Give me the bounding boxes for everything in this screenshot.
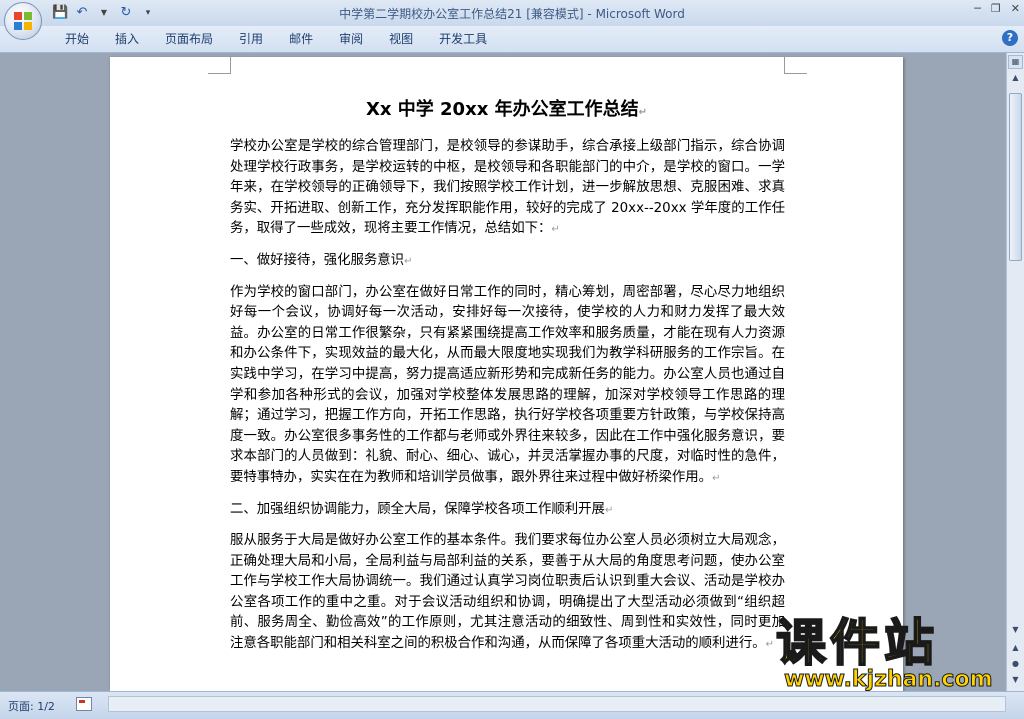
tab-developer[interactable]: 开发工具 <box>426 30 500 48</box>
vertical-scrollbar[interactable]: ▦ ▲ ▼ ▲ ● ▼ <box>1006 53 1024 691</box>
crop-mark-top-left <box>208 57 231 74</box>
watermark: 课件站 www.kjzhan.com <box>774 613 1024 694</box>
paragraph-section-2: 服从服务于大局是做好办公室工作的基本条件。我们要求每位办公室人员必须树立大局观念… <box>230 533 785 652</box>
ruler-toggle-icon[interactable]: ▦ <box>1008 55 1023 69</box>
paragraph-mark: ↵ <box>604 504 614 516</box>
paragraph-mark: ↵ <box>638 107 647 118</box>
paragraph-mark: ↵ <box>404 255 413 267</box>
ribbon-tabs: 开始 插入 页面布局 引用 邮件 审阅 视图 开发工具 <box>52 30 500 48</box>
document-area[interactable]: Xx 中学 20xx 年办公室工作总结↵ 学校办公室是学校的综合管理部门，是校领… <box>0 53 1006 691</box>
tab-page-layout[interactable]: 页面布局 <box>152 30 226 48</box>
watermark-url: www.kjzhan.com <box>784 667 994 692</box>
watermark-logo-text: 课件站 <box>775 613 938 673</box>
scroll-up-icon[interactable]: ▲ <box>1008 71 1023 85</box>
title-bar: 💾 ↶ ▼ ↻ ▾ 中学第二学期校办公室工作总结21 [兼容模式] - Micr… <box>0 0 1024 26</box>
title-separator: - <box>583 7 596 21</box>
help-icon[interactable]: ? <box>1002 30 1018 46</box>
tab-view[interactable]: 视图 <box>376 30 426 48</box>
document-title: Xx 中学 20xx 年办公室工作总结↵ <box>366 99 647 120</box>
scroll-thumb[interactable] <box>1009 93 1022 261</box>
tab-review[interactable]: 审阅 <box>326 30 376 48</box>
office-logo-icon <box>14 12 32 30</box>
close-icon[interactable]: ✕ <box>1011 2 1020 15</box>
tab-references[interactable]: 引用 <box>226 30 276 48</box>
paragraph-mark: ↵ <box>551 224 560 236</box>
office-button[interactable] <box>4 2 42 40</box>
proofing-icon[interactable] <box>76 697 92 711</box>
window-controls: ─ ❐ ✕ <box>974 2 1020 15</box>
crop-mark-top-right <box>784 57 807 74</box>
document-body: 学校办公室是学校的综合管理部门，是校领导的参谋助手，综合承接上级部门指示，综合协… <box>230 137 785 666</box>
app-name: Microsoft Word <box>595 7 685 21</box>
paragraph-intro: 学校办公室是学校的综合管理部门，是校领导的参谋助手，综合承接上级部门指示，综合协… <box>230 139 785 237</box>
paragraph-mark: ↵ <box>765 639 775 651</box>
minimize-icon[interactable]: ─ <box>974 2 981 15</box>
document-page[interactable]: Xx 中学 20xx 年办公室工作总结↵ 学校办公室是学校的综合管理部门，是校领… <box>110 57 903 691</box>
document-name: 中学第二学期校办公室工作总结21 [兼容模式] <box>339 7 584 21</box>
tab-home[interactable]: 开始 <box>52 30 102 48</box>
ribbon: 开始 插入 页面布局 引用 邮件 审阅 视图 开发工具 ? <box>0 26 1024 53</box>
paragraph-mark: ↵ <box>712 472 721 484</box>
section-heading-1: 一、做好接待，强化服务意识↵ <box>230 252 413 268</box>
status-bar: 页面: 1/2 <box>0 691 1024 719</box>
page-count[interactable]: 页面: 1/2 <box>8 698 55 714</box>
paragraph-section-1: 作为学校的窗口部门，办公室在做好日常工作的同时，精心筹划，周密部署，尽心尽力地组… <box>230 284 785 485</box>
restore-icon[interactable]: ❐ <box>991 2 1001 15</box>
tab-insert[interactable]: 插入 <box>102 30 152 48</box>
window-title: 中学第二学期校办公室工作总结21 [兼容模式] - Microsoft Word <box>0 5 1024 22</box>
horizontal-scrollbar[interactable] <box>108 696 1006 712</box>
tab-mailings[interactable]: 邮件 <box>276 30 326 48</box>
section-heading-2: 二、加强组织协调能力，顾全大局，保障学校各项工作顺利开展↵ <box>230 501 614 517</box>
